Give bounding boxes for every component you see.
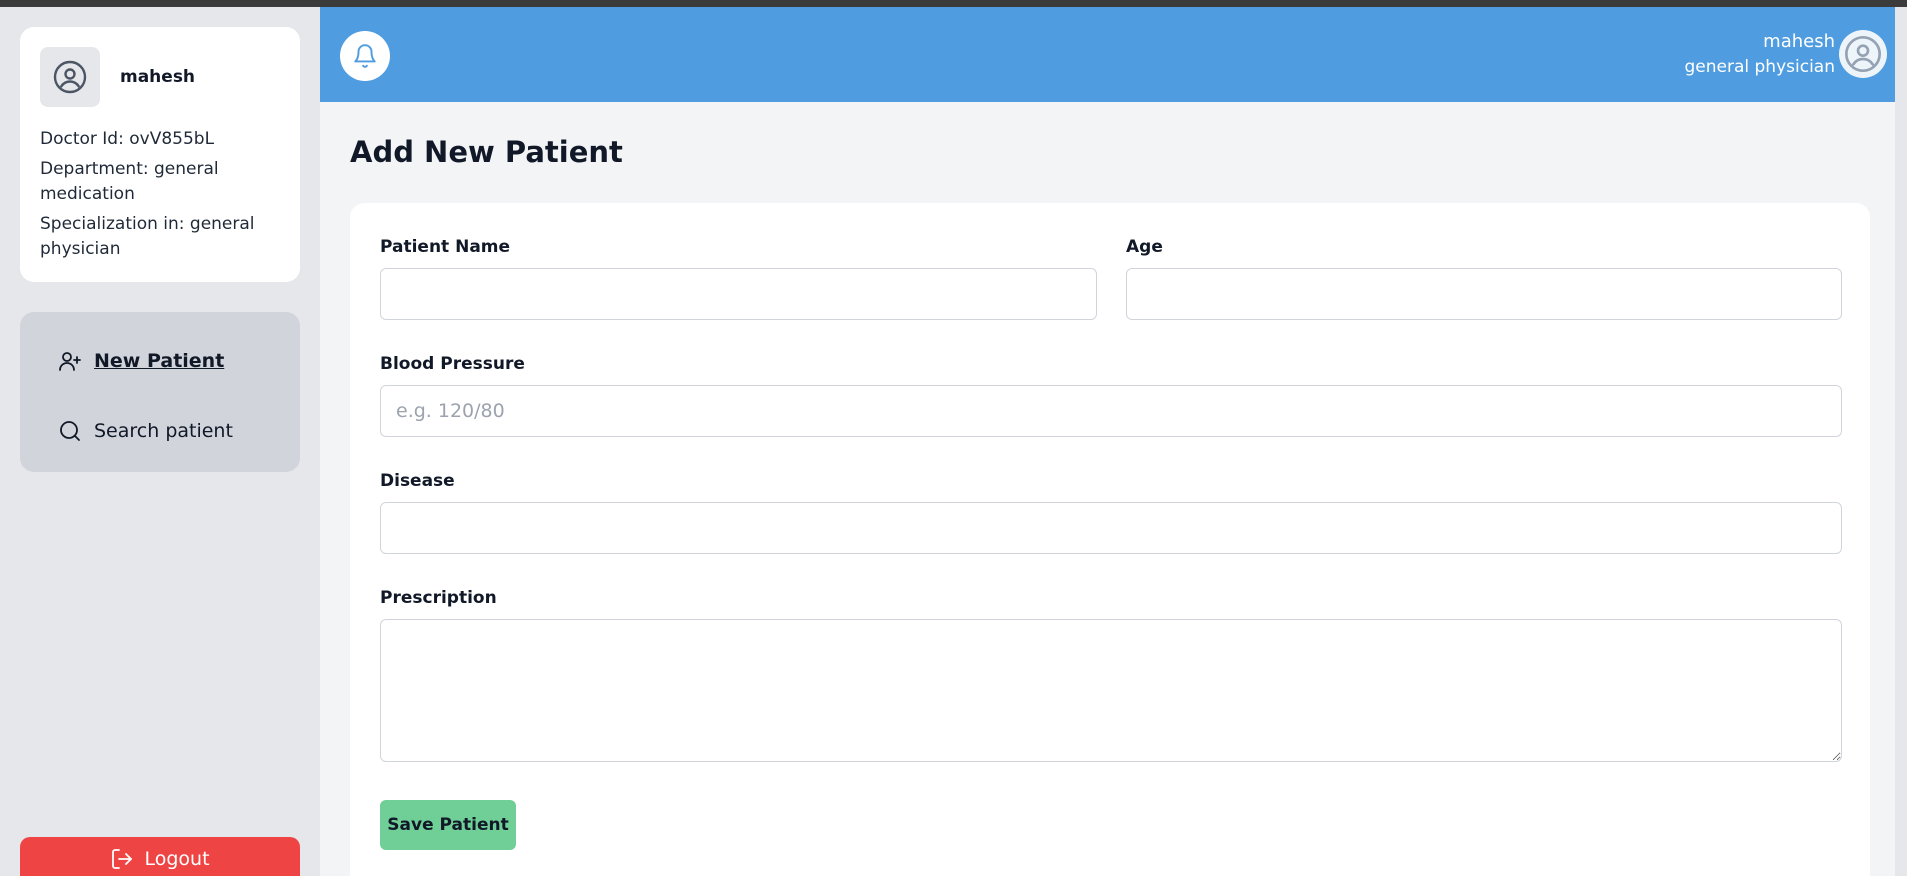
- sidebar-item-label: Search patient: [94, 420, 233, 442]
- doctor-department: Department: general medication: [40, 159, 219, 204]
- logout-icon: [110, 847, 134, 871]
- add-patient-form: Patient Name Age Blood Pressure Disease …: [350, 203, 1870, 876]
- patient-name-input[interactable]: [380, 268, 1097, 320]
- top-header: mahesh general physician: [320, 7, 1907, 102]
- prescription-label: Prescription: [380, 588, 497, 608]
- sidebar: mahesh Doctor Id: ovV855bL Department: g…: [0, 7, 320, 876]
- user-circle-icon: [1845, 36, 1881, 72]
- window-right-edge: [1895, 7, 1907, 876]
- doctor-info: Doctor Id: ovV855bL Department: general …: [40, 127, 280, 262]
- notifications-button[interactable]: [340, 31, 390, 81]
- page-title: Add New Patient: [350, 135, 623, 169]
- main-content: Add New Patient Patient Name Age Blood P…: [320, 102, 1907, 876]
- age-input[interactable]: [1126, 268, 1842, 320]
- prescription-textarea[interactable]: [380, 619, 1842, 762]
- user-circle-icon: [53, 60, 87, 94]
- disease-label: Disease: [380, 471, 455, 491]
- age-label: Age: [1126, 237, 1163, 257]
- search-icon: [58, 418, 84, 444]
- logout-label: Logout: [144, 848, 210, 870]
- bell-icon: [354, 44, 376, 68]
- header-user-info: mahesh general physician: [1685, 29, 1836, 79]
- logout-button[interactable]: Logout: [20, 837, 300, 876]
- blood-pressure-input[interactable]: [380, 385, 1842, 437]
- patient-name-label: Patient Name: [380, 237, 511, 257]
- window-top-strip: [0, 0, 1907, 7]
- blood-pressure-label: Blood Pressure: [380, 354, 525, 374]
- doctor-profile-card: mahesh Doctor Id: ovV855bL Department: g…: [20, 27, 300, 282]
- sidebar-item-label: New Patient: [94, 350, 225, 372]
- header-user-role: general physician: [1684, 57, 1836, 77]
- doctor-id: Doctor Id: ovV855bL: [40, 129, 215, 149]
- user-plus-icon: [58, 348, 84, 374]
- header-avatar[interactable]: [1839, 30, 1887, 78]
- header-user-name: mahesh: [1763, 31, 1835, 52]
- profile-header: mahesh: [40, 47, 280, 107]
- avatar: [40, 47, 100, 107]
- doctor-name: mahesh: [120, 67, 196, 87]
- sidebar-item-search-patient[interactable]: Search patient: [40, 407, 280, 455]
- save-patient-button[interactable]: Save Patient: [380, 800, 516, 850]
- sidebar-nav: New Patient Search patient: [20, 312, 300, 472]
- sidebar-item-new-patient[interactable]: New Patient: [40, 337, 280, 385]
- disease-input[interactable]: [380, 502, 1842, 554]
- doctor-specialization: Specialization in: general physician: [40, 214, 255, 259]
